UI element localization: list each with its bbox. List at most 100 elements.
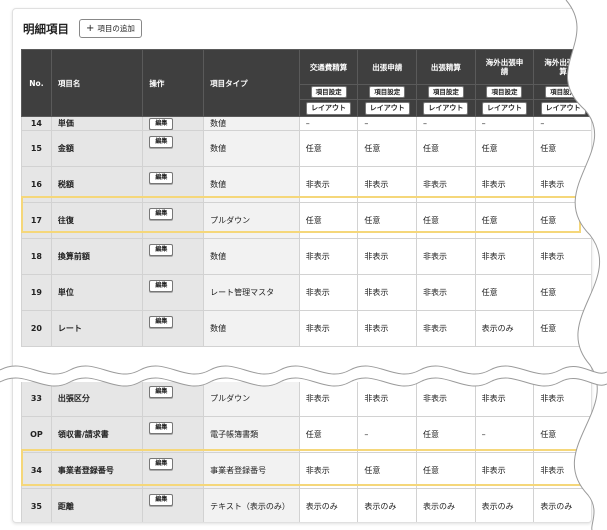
- op-cell: 編集: [142, 382, 205, 417]
- table-row: 33 出張区分 編集 プルダウン 非表示 非表示 非表示 非表示 非表示: [21, 382, 591, 417]
- pattern-layout-cell: レイアウト: [357, 99, 418, 117]
- pattern-value: 任意: [533, 130, 591, 167]
- item-settings-button[interactable]: 項目設定: [427, 85, 464, 99]
- pattern-value: 非表示: [474, 382, 535, 417]
- pattern-value: 表示のみ: [357, 488, 418, 522]
- pattern-value: –: [474, 416, 535, 453]
- pattern-value: –: [357, 116, 418, 131]
- edit-button[interactable]: 編集: [149, 118, 174, 130]
- pattern-value: 非表示: [298, 274, 359, 311]
- item-name: 事業者登録番号: [50, 452, 144, 489]
- item-name: 税額: [50, 166, 144, 203]
- edit-button[interactable]: 編集: [149, 208, 174, 220]
- items-table-continued: 33 出張区分 編集 プルダウン 非表示 非表示 非表示 非表示 非表示 OP 領収書/請求書 編集電…: [21, 382, 591, 522]
- pattern-value: 非表示: [357, 274, 418, 311]
- row-number: 14: [21, 116, 52, 131]
- item-settings-button[interactable]: 項目設定: [369, 85, 406, 99]
- item-type: 数値: [203, 166, 300, 203]
- table-row: 15 金額 編集 数値 任意 任意 任意 任意 任意: [21, 130, 591, 167]
- pattern-value: 非表示: [416, 310, 476, 347]
- layout-button[interactable]: レイアウト: [306, 101, 352, 115]
- pattern-value: 任意: [474, 274, 535, 311]
- pattern-value: 任意: [357, 130, 418, 167]
- pattern-value: 非表示: [533, 166, 591, 203]
- pattern-value: 非表示: [298, 166, 359, 203]
- pattern-value: 非表示: [298, 382, 359, 417]
- edit-button[interactable]: 編集: [149, 316, 174, 328]
- pattern-value: 任意: [298, 130, 359, 167]
- edit-button[interactable]: 編集: [149, 386, 174, 398]
- add-item-button[interactable]: + 項目の追加: [79, 19, 142, 38]
- pattern-layout-cell: レイアウト: [298, 99, 359, 117]
- pattern-value: 非表示: [357, 238, 418, 275]
- item-type: 事業者登録番号: [203, 452, 300, 489]
- pattern-settings-cell: 項目設定: [533, 84, 591, 100]
- edit-button[interactable]: 編集: [149, 494, 174, 506]
- item-type: 数値: [203, 310, 300, 347]
- edit-button[interactable]: 編集: [149, 172, 174, 184]
- pattern-value: –: [416, 116, 476, 131]
- table-row: 16 税額 編集 数値 非表示 非表示 非表示 非表示 非表示: [21, 166, 591, 203]
- item-settings-button[interactable]: 項目設定: [486, 85, 523, 99]
- pattern-value: 表示のみ: [416, 488, 476, 522]
- pattern-layout-cell: レイアウト: [533, 99, 591, 117]
- edit-button[interactable]: 編集: [149, 136, 174, 148]
- pattern-value: 表示のみ: [474, 310, 535, 347]
- layout-button[interactable]: レイアウト: [481, 101, 527, 115]
- pattern-value: 非表示: [298, 238, 359, 275]
- op-cell: 編集: [142, 416, 205, 453]
- pattern-value: 表示のみ: [533, 488, 591, 522]
- pattern-layout-cell: レイアウト: [416, 99, 476, 117]
- item-type: 数値: [203, 238, 300, 275]
- edit-button[interactable]: 編集: [149, 422, 174, 434]
- pattern-value: 非表示: [474, 166, 535, 203]
- row-number: OP: [21, 416, 52, 453]
- item-name: レート: [50, 310, 144, 347]
- section-header: 明細項目 + 項目の追加: [23, 19, 142, 38]
- edit-button[interactable]: 編集: [149, 244, 174, 256]
- pattern-value: 非表示: [357, 382, 418, 417]
- col-header-type: 項目タイプ: [203, 49, 300, 117]
- item-name: 往復: [50, 202, 144, 239]
- op-cell: 編集: [142, 202, 205, 239]
- add-item-label: 項目の追加: [97, 24, 135, 33]
- op-cell: 編集: [142, 488, 205, 522]
- row-number: 17: [21, 202, 52, 239]
- plus-icon: +: [86, 22, 95, 34]
- layout-button[interactable]: レイアウト: [364, 101, 410, 115]
- pattern-value: 任意: [416, 416, 476, 453]
- op-cell: 編集: [142, 274, 205, 311]
- edit-button[interactable]: 編集: [149, 280, 174, 292]
- pattern-value: 任意: [416, 202, 476, 239]
- pattern-value: 非表示: [533, 382, 591, 417]
- col-header-no: No.: [21, 49, 52, 117]
- pattern-value: 非表示: [298, 452, 359, 489]
- pattern-value: 非表示: [416, 238, 476, 275]
- item-settings-button[interactable]: 項目設定: [545, 85, 582, 99]
- col-header-op: 操作: [142, 49, 205, 117]
- pattern-settings-cell: 項目設定: [416, 84, 476, 100]
- pattern-value: 非表示: [474, 452, 535, 489]
- layout-button[interactable]: レイアウト: [540, 101, 586, 115]
- col-header-pattern: 交通費精算: [298, 49, 359, 85]
- pattern-value: 任意: [474, 130, 535, 167]
- row-number: 35: [21, 488, 52, 522]
- pattern-settings-cell: 項目設定: [357, 84, 418, 100]
- table-row: 17 往復 編集 プルダウン 任意 任意 任意 任意 任意: [21, 202, 591, 239]
- pattern-value: 任意: [533, 416, 591, 453]
- item-name: 単価: [50, 116, 144, 131]
- edit-button[interactable]: 編集: [149, 458, 174, 470]
- items-table: No. 項目名 操作 項目タイプ 交通費精算 出張申請 出張精算 海外出張申請 …: [21, 49, 591, 347]
- item-settings-button[interactable]: 項目設定: [310, 85, 347, 99]
- pattern-value: –: [357, 416, 418, 453]
- op-cell: 編集: [142, 452, 205, 489]
- col-header-name: 項目名: [50, 49, 144, 117]
- item-name: 出張区分: [50, 382, 144, 417]
- pattern-value: 任意: [474, 202, 535, 239]
- op-cell: 編集: [142, 116, 205, 131]
- pattern-value: 非表示: [416, 382, 476, 417]
- section-title: 明細項目: [23, 21, 69, 36]
- item-name: 金額: [50, 130, 144, 167]
- col-header-pattern: 出張精算: [416, 49, 476, 85]
- layout-button[interactable]: レイアウト: [423, 101, 469, 115]
